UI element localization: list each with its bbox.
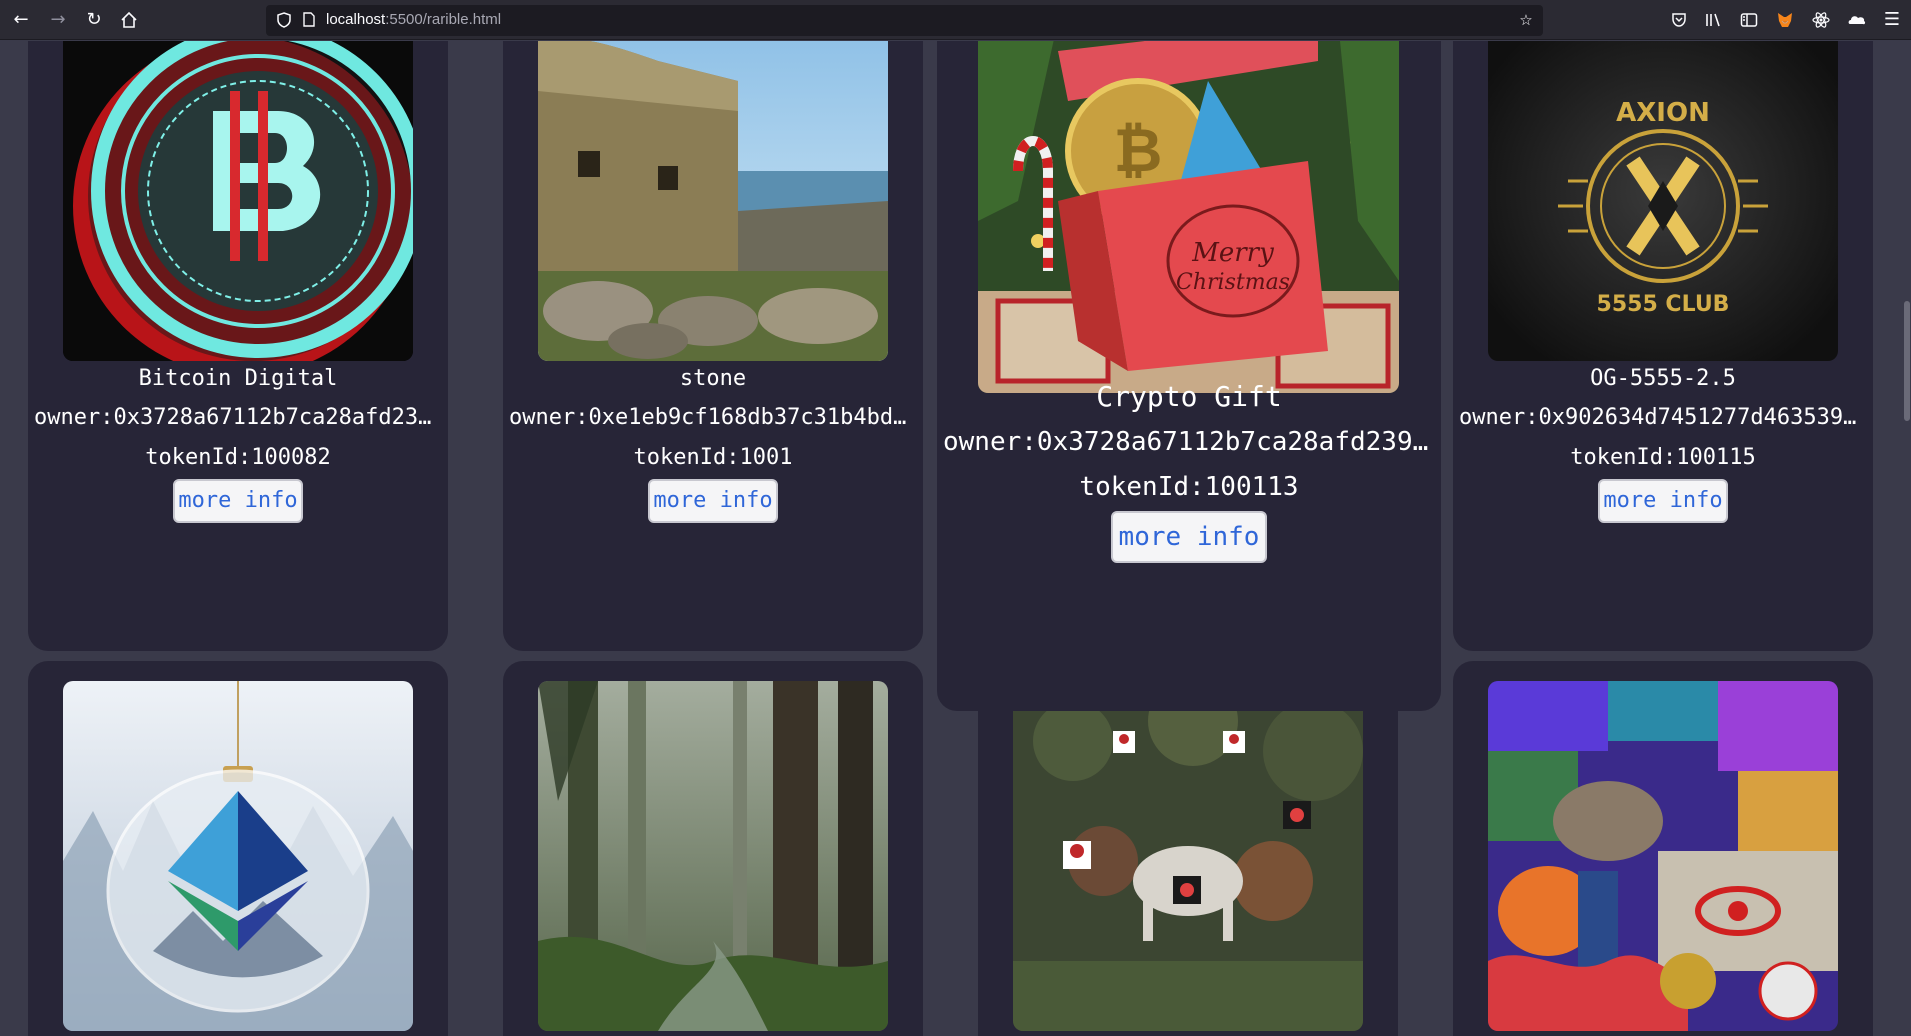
card-token-id: tokenId:100115 xyxy=(1570,445,1756,470)
url-path: :5500/rarible.html xyxy=(385,11,502,28)
scrollbar-thumb[interactable] xyxy=(1904,301,1910,421)
card-title: OG-5555-2.5 xyxy=(1590,366,1736,391)
card-title: Crypto Gift xyxy=(1096,380,1282,413)
nft-card-crypto-gift[interactable]: ₿ Merry Christmas Crypto Gift owner:0x37… xyxy=(937,41,1441,711)
forward-arrow-icon[interactable]: → xyxy=(46,8,70,32)
nft-card-og-5555: AXION 5555 CLUB OG-5555-2.5 owner:0x9026… xyxy=(1453,41,1873,651)
library-icon[interactable] xyxy=(1702,8,1726,32)
svg-text:₿: ₿ xyxy=(1114,116,1163,186)
nft-image-bitcoin xyxy=(63,41,413,361)
nft-image-crypto-gift: ₿ Merry Christmas xyxy=(978,41,1399,393)
shield-icon[interactable] xyxy=(273,9,295,31)
url-text: localhost:5500/rarible.html xyxy=(326,11,501,28)
card-owner: owner:0xe1eb9cf168db37c31b4bdf735... xyxy=(509,405,923,430)
card-title: stone xyxy=(679,366,747,391)
card-title: Bitcoin Digital xyxy=(138,366,338,391)
browser-toolbar: ← → ↻ localhost:5500/rarible.html ☆ ☰ xyxy=(0,0,1911,40)
svg-text:Christmas: Christmas xyxy=(1176,270,1290,295)
nft-image-forest xyxy=(538,681,888,1031)
card-token-id: tokenId:100082 xyxy=(145,445,331,470)
nft-card-tapestry xyxy=(978,661,1398,1036)
pocket-icon[interactable] xyxy=(1667,8,1691,32)
react-devtools-icon[interactable] xyxy=(1809,8,1833,32)
nft-card-stone: stone owner:0xe1eb9cf168db37c31b4bdf735.… xyxy=(503,41,923,651)
card-token-id: tokenId:100113 xyxy=(1079,472,1299,502)
menu-icon[interactable]: ☰ xyxy=(1880,8,1904,32)
card-owner: owner:0x3728a67112b7ca28afd2394a... xyxy=(34,405,448,430)
metamask-fox-icon[interactable] xyxy=(1773,8,1797,32)
nft-card-eth-ornament xyxy=(28,661,448,1036)
axion-club-text: 5555 CLUB xyxy=(1597,292,1730,317)
nft-card-collage xyxy=(1453,661,1873,1036)
nft-image-unicorn-tapestry xyxy=(1013,681,1363,1031)
svg-text:Merry: Merry xyxy=(1191,238,1274,268)
reload-icon[interactable]: ↻ xyxy=(82,8,106,32)
nft-image-axion-club: AXION 5555 CLUB xyxy=(1488,41,1838,361)
nft-image-stone-wall xyxy=(538,41,888,361)
card-owner: owner:0x3728a67112b7ca28afd2394a... xyxy=(943,427,1441,457)
nft-image-eth-ornament xyxy=(63,681,413,1031)
more-info-button[interactable]: more info xyxy=(1111,511,1267,563)
more-info-button[interactable]: more info xyxy=(648,479,778,523)
home-icon[interactable] xyxy=(117,8,141,32)
nft-card-forest xyxy=(503,661,923,1036)
more-info-button[interactable]: more info xyxy=(173,479,303,523)
nft-gallery: Bitcoin Digital owner:0x3728a67112b7ca28… xyxy=(0,41,1911,1036)
extension-icon[interactable] xyxy=(1845,8,1869,32)
nft-card-bitcoin-digital: Bitcoin Digital owner:0x3728a67112b7ca28… xyxy=(28,41,448,651)
bookmark-star-icon[interactable]: ☆ xyxy=(1515,9,1537,31)
page-info-icon[interactable] xyxy=(298,9,320,31)
nft-image-psychedelic-collage xyxy=(1488,681,1838,1031)
card-token-id: tokenId:1001 xyxy=(633,445,793,470)
page-scrollbar[interactable] xyxy=(1903,41,1911,1036)
more-info-button[interactable]: more info xyxy=(1598,479,1728,523)
back-arrow-icon[interactable]: ← xyxy=(9,8,33,32)
card-owner: owner:0x902634d7451277d46353969d... xyxy=(1459,405,1873,430)
address-bar[interactable]: localhost:5500/rarible.html ☆ xyxy=(266,5,1543,36)
sidebar-icon[interactable] xyxy=(1737,8,1761,32)
url-host: localhost xyxy=(326,11,386,28)
axion-logo-text: AXION xyxy=(1616,98,1710,128)
